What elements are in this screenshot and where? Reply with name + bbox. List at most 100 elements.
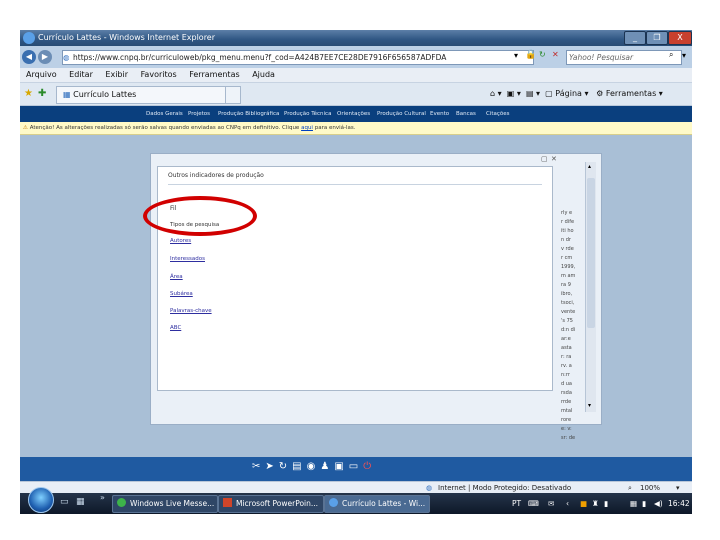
nav-evento[interactable]: Evento (430, 106, 449, 122)
globe-icon[interactable]: ◉ (307, 461, 321, 472)
dialog-scrollbar[interactable]: ▴ ▾ (585, 162, 596, 412)
nav-citacoes[interactable]: Citações (486, 106, 510, 122)
nav-projetos[interactable]: Projetos (188, 106, 210, 122)
lock-icon[interactable]: 🔒 (525, 50, 536, 60)
scrollbar-thumb[interactable] (587, 178, 595, 328)
scissors-icon[interactable]: ✂ (252, 461, 265, 472)
menu-editar[interactable]: Editar (69, 70, 93, 79)
volume-icon[interactable]: ◀) (654, 493, 663, 514)
menu-ferramentas[interactable]: Ferramentas (189, 70, 239, 79)
window-title: Currículo Lattes - Windows Internet Expl… (38, 33, 216, 42)
link-area[interactable]: Área (170, 274, 183, 280)
task-curriculo-lattes[interactable]: Currículo Lattes - Wi... (324, 495, 430, 513)
tray-security-icon[interactable]: ♜ (592, 493, 599, 514)
network-icon[interactable]: ▦ (630, 493, 637, 514)
window-icon[interactable]: ▣ (334, 461, 348, 472)
start-button[interactable] (28, 487, 54, 513)
minimize-button[interactable]: _ (624, 31, 646, 45)
users-icon[interactable]: ♟ (320, 461, 334, 472)
maximize-button[interactable]: ❐ (646, 31, 668, 45)
text-fragment: rv. a (561, 363, 572, 369)
tray-app-icon[interactable]: ■ (580, 493, 587, 514)
back-icon[interactable]: ◀ (22, 50, 36, 64)
taskbar: ▭ ▦ » Windows Live Messe... Microsoft Po… (20, 487, 692, 514)
print-icon[interactable]: ▤ ▾ (526, 89, 540, 98)
text-fragment: sr: de (561, 435, 576, 441)
send-link[interactable]: aqui (301, 125, 313, 131)
menu-favoritos[interactable]: Favoritos (141, 70, 177, 79)
search-input[interactable]: Yahoo! Pesquisar (566, 50, 682, 65)
task-label: Windows Live Messe... (130, 499, 215, 508)
nav-producao-tecnica[interactable]: Produção Técnica (284, 106, 331, 122)
divider (168, 184, 542, 185)
language-indicator[interactable]: PT (512, 493, 521, 514)
switch-windows-icon[interactable]: ▦ (76, 497, 85, 507)
dialog-resize-icon[interactable]: ▢ (541, 155, 548, 163)
refresh-icon[interactable]: ↻ (539, 50, 546, 59)
info-bar: ⚠ Atenção! As alterações realizadas só s… (20, 122, 692, 135)
address-row: ◀ ▶ ◍ https://www.cnpq.br/curriculoweb/pk… (20, 46, 692, 68)
tray-expand-icon[interactable]: ‹ (566, 493, 569, 514)
refresh-icon[interactable]: ↻ (279, 461, 292, 472)
nav-producao-bibliografica[interactable]: Produção Bibliográfica (218, 106, 279, 122)
print-icon[interactable]: ▤ (292, 461, 306, 472)
stop-icon[interactable]: ✕ (552, 50, 559, 59)
nav-orientacoes[interactable]: Orientações (337, 106, 370, 122)
scroll-up-icon[interactable]: ▴ (588, 163, 591, 170)
dropdown-arrow-icon[interactable]: ▾ (514, 51, 518, 60)
keyboard-icon[interactable]: ⌨ (528, 493, 539, 514)
nav-producao-cultural[interactable]: Produção Cultural (377, 106, 426, 122)
page-menu-icon[interactable]: ▢ (545, 89, 553, 98)
page-menu[interactable]: Página (555, 89, 582, 98)
new-tab-button[interactable] (225, 86, 241, 104)
link-abc[interactable]: ABC (170, 325, 181, 331)
tray-device-icon[interactable]: ▮ (604, 493, 608, 514)
text-fragment: vente (561, 309, 576, 315)
search-icon[interactable]: ⌕ (669, 50, 673, 60)
ie-logo-icon (23, 32, 35, 44)
favorites-star-icon[interactable]: ★ (24, 83, 33, 105)
link-subarea[interactable]: Subárea (170, 291, 193, 297)
text-fragment: ibro, (561, 291, 573, 297)
system-tray: PT ⌨ ✉ ‹ ■ ♜ ▮ ▦ ▮ ◀) 16:42 (510, 493, 692, 514)
power-icon[interactable]: ▮ (642, 493, 646, 514)
forward-icon[interactable]: ▶ (38, 50, 52, 64)
nav-bancas[interactable]: Bancas (456, 106, 476, 122)
text-fragment: ra 9 (561, 282, 571, 288)
menu-ajuda[interactable]: Ajuda (252, 70, 275, 79)
tools-menu-icon[interactable]: ⚙ (596, 89, 603, 98)
link-interessados[interactable]: Interessados (170, 256, 205, 262)
dialog-close-icon[interactable]: ✕ (551, 155, 557, 163)
nav-dados-gerais[interactable]: Dados Gerais (146, 106, 183, 122)
mail-icon[interactable]: ✉ (548, 493, 554, 514)
text-fragment: d ua (561, 381, 572, 387)
link-palavras-chave[interactable]: Palavras-chave (170, 308, 212, 314)
powerpoint-icon (223, 498, 232, 507)
task-powerpoint[interactable]: Microsoft PowerPoin... (218, 495, 324, 513)
url-field[interactable]: ◍ https://www.cnpq.br/curriculoweb/pkg_me… (62, 50, 534, 65)
stop-icon[interactable]: ⏻ (363, 461, 376, 472)
close-button[interactable]: X (668, 31, 692, 45)
arrow-icon[interactable]: ➤ (265, 461, 278, 472)
text-fragment: n:rr (561, 372, 570, 378)
background-text-fragment: rly e r dife iti ho n dr v rde r cm 1999, m am r… (561, 209, 581, 441)
clock[interactable]: 16:42 (668, 493, 690, 514)
page-icon[interactable]: ▭ (349, 461, 363, 472)
tab-bar: ★ ✚ ▦ Currículo Lattes ⌂ ▾ ▣ ▾ ▤ ▾ ▢ Pág… (20, 83, 692, 106)
text-fragment: 1999, (561, 264, 576, 270)
page-icon: ◍ (63, 53, 70, 62)
menu-exibir[interactable]: Exibir (105, 70, 128, 79)
home-icon[interactable]: ⌂ ▾ (490, 89, 502, 98)
link-autores[interactable]: Autores (170, 238, 191, 244)
add-favorite-icon[interactable]: ✚ (38, 83, 46, 105)
search-options-icon[interactable]: ▾ (682, 51, 686, 60)
task-windows-live-messenger[interactable]: Windows Live Messe... (112, 495, 218, 513)
url-text: https://www.cnpq.br/curriculoweb/pkg_men… (73, 53, 447, 62)
quicklaunch-more-icon[interactable]: » (100, 493, 105, 502)
tools-menu[interactable]: Ferramentas (606, 89, 656, 98)
tab-curriculo-lattes[interactable]: ▦ Currículo Lattes (56, 86, 232, 104)
menu-arquivo[interactable]: Arquivo (26, 70, 57, 79)
scroll-down-icon[interactable]: ▾ (588, 402, 591, 409)
feeds-icon[interactable]: ▣ ▾ (507, 89, 521, 98)
show-desktop-icon[interactable]: ▭ (60, 497, 69, 507)
